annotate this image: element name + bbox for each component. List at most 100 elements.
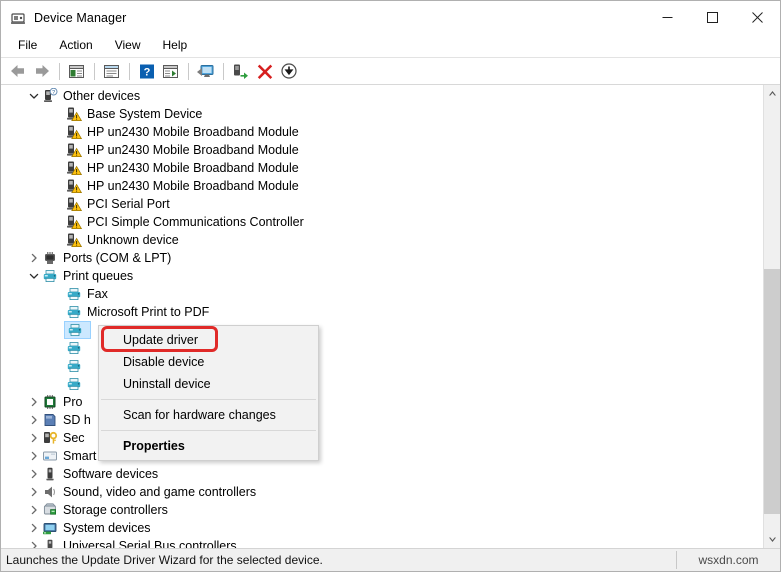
context-menu-disable-device[interactable]: Disable device — [99, 351, 318, 373]
chevron-down-icon[interactable] — [26, 91, 42, 101]
context-menu-separator-2 — [101, 430, 316, 431]
tree-item-label: Sound, video and game controllers — [63, 485, 257, 499]
tree-item-fax[interactable]: Fax — [1, 285, 763, 303]
close-button[interactable] — [735, 1, 780, 34]
window-title: Device Manager — [34, 10, 127, 25]
tree-node-system-devices[interactable]: System devices — [1, 519, 763, 537]
tree-item-label: Unknown device — [87, 233, 179, 247]
back-button[interactable] — [6, 60, 29, 82]
tree-item-label: HP un2430 Mobile Broadband Module — [87, 161, 299, 175]
printer-icon — [66, 376, 82, 392]
tree-item-label: Pro — [63, 395, 83, 409]
chevron-right-icon[interactable] — [26, 451, 42, 461]
scrollbar-track[interactable] — [764, 102, 780, 531]
tree-item-label: HP un2430 Mobile Broadband Module — [87, 143, 299, 157]
tree-item-pci-serial-port[interactable]: PCI Serial Port — [1, 195, 763, 213]
context-menu-scan-for-hardware-changes[interactable]: Scan for hardware changes — [99, 404, 318, 426]
chevron-right-icon[interactable] — [26, 541, 42, 548]
tree-node-software-devices[interactable]: Software devices — [1, 465, 763, 483]
printer-icon — [66, 286, 82, 302]
properties-button[interactable] — [100, 60, 123, 82]
chevron-right-icon[interactable] — [26, 487, 42, 497]
warning-device-icon — [66, 106, 83, 122]
system-device-icon — [42, 520, 58, 536]
maximize-button[interactable] — [690, 1, 735, 34]
warning-device-icon — [66, 214, 83, 230]
sd-host-icon — [42, 412, 58, 428]
status-text: Launches the Update Driver Wizard for th… — [6, 553, 323, 567]
chevron-right-icon[interactable] — [26, 253, 42, 263]
minimize-button[interactable] — [645, 1, 690, 34]
scroll-down-icon[interactable] — [764, 531, 780, 548]
chevron-right-icon[interactable] — [26, 505, 42, 515]
tree-item-pci-simple-comms-controller[interactable]: PCI Simple Communications Controller — [1, 213, 763, 231]
usb-icon — [42, 538, 58, 548]
tree-item-microsoft-print-to-pdf[interactable]: Microsoft Print to PDF — [1, 303, 763, 321]
security-devices-icon — [42, 430, 58, 446]
tree-node-ports[interactable]: Ports (COM & LPT) — [1, 249, 763, 267]
toolbar-separator-4 — [188, 62, 189, 80]
toolbar: ? — [1, 58, 780, 85]
tree-item-hp-un2430-1[interactable]: HP un2430 Mobile Broadband Module — [1, 123, 763, 141]
chevron-down-icon[interactable] — [26, 271, 42, 281]
help-button[interactable]: ? — [135, 60, 158, 82]
show-hide-action-pane-button[interactable] — [159, 60, 182, 82]
watermark: wsxdn.com — [677, 549, 780, 571]
chevron-right-icon[interactable] — [26, 397, 42, 407]
context-menu-separator-1 — [101, 399, 316, 400]
tree-item-hp-un2430-3[interactable]: HP un2430 Mobile Broadband Module — [1, 159, 763, 177]
update-driver-button[interactable] — [229, 60, 252, 82]
context-menu-uninstall-device[interactable]: Uninstall device — [99, 373, 318, 395]
menu-file[interactable]: File — [7, 35, 48, 56]
show-hide-console-tree-button[interactable] — [65, 60, 88, 82]
scroll-up-icon[interactable] — [764, 85, 780, 102]
tree-node-usb-controllers[interactable]: Universal Serial Bus controllers — [1, 537, 763, 548]
forward-button[interactable] — [30, 60, 53, 82]
device-manager-icon — [10, 10, 26, 26]
tree-node-other-devices[interactable]: ? Other devices — [1, 87, 763, 105]
window-controls — [645, 1, 780, 34]
scrollbar-thumb[interactable] — [764, 269, 780, 514]
tree-item-base-system-device[interactable]: Base System Device — [1, 105, 763, 123]
tree-item-label: Base System Device — [87, 107, 203, 121]
chevron-right-icon[interactable] — [26, 523, 42, 533]
tree-item-label: Fax — [87, 287, 108, 301]
tree-node-print-queues[interactable]: Print queues — [1, 267, 763, 285]
menu-action[interactable]: Action — [48, 35, 103, 56]
chevron-right-icon[interactable] — [26, 469, 42, 479]
toolbar-separator-1 — [59, 62, 60, 80]
warning-device-icon — [66, 124, 83, 140]
uninstall-device-button[interactable] — [253, 60, 276, 82]
toolbar-separator-2 — [94, 62, 95, 80]
tree-node-sound-video-game-controllers[interactable]: Sound, video and game controllers — [1, 483, 763, 501]
tree-item-hp-un2430-2[interactable]: HP un2430 Mobile Broadband Module — [1, 141, 763, 159]
warning-device-icon — [66, 196, 83, 212]
tree-item-hp-un2430-4[interactable]: HP un2430 Mobile Broadband Module — [1, 177, 763, 195]
tree-item-label: Software devices — [63, 467, 159, 481]
tree-item-label: System devices — [63, 521, 151, 535]
tree-item-label: Sec — [63, 431, 85, 445]
context-menu-properties[interactable]: Properties — [99, 435, 318, 457]
menu-help[interactable]: Help — [152, 35, 199, 56]
context-menu[interactable]: Update driver Disable device Uninstall dev… — [98, 325, 319, 461]
disable-device-button[interactable] — [277, 60, 300, 82]
chevron-right-icon[interactable] — [26, 433, 42, 443]
context-menu-update-driver[interactable]: Update driver — [99, 329, 318, 351]
status-bar: Launches the Update Driver Wizard for th… — [1, 548, 780, 571]
content-area: ? Other devices Base System Device HP un243… — [1, 85, 780, 548]
device-manager-window: Device Manager File Action View Help ? ?… — [0, 0, 781, 572]
scan-for-hardware-changes-button[interactable] — [194, 60, 217, 82]
tree-item-unknown-device[interactable]: Unknown device — [1, 231, 763, 249]
tree-node-storage-controllers[interactable]: Storage controllers — [1, 501, 763, 519]
chevron-right-icon[interactable] — [26, 415, 42, 425]
device-tree[interactable]: ? Other devices Base System Device HP un243… — [1, 85, 763, 548]
tree-item-label: Ports (COM & LPT) — [63, 251, 172, 265]
tree-item-label: SD h — [63, 413, 91, 427]
warning-device-icon — [66, 142, 83, 158]
printer-icon — [67, 322, 83, 338]
menu-view[interactable]: View — [104, 35, 152, 56]
vertical-scrollbar[interactable] — [763, 85, 780, 548]
tree-item-label: Universal Serial Bus controllers — [63, 539, 237, 548]
tree-item-label: Microsoft Print to PDF — [87, 305, 210, 319]
tree-item-label: Print queues — [63, 269, 134, 283]
